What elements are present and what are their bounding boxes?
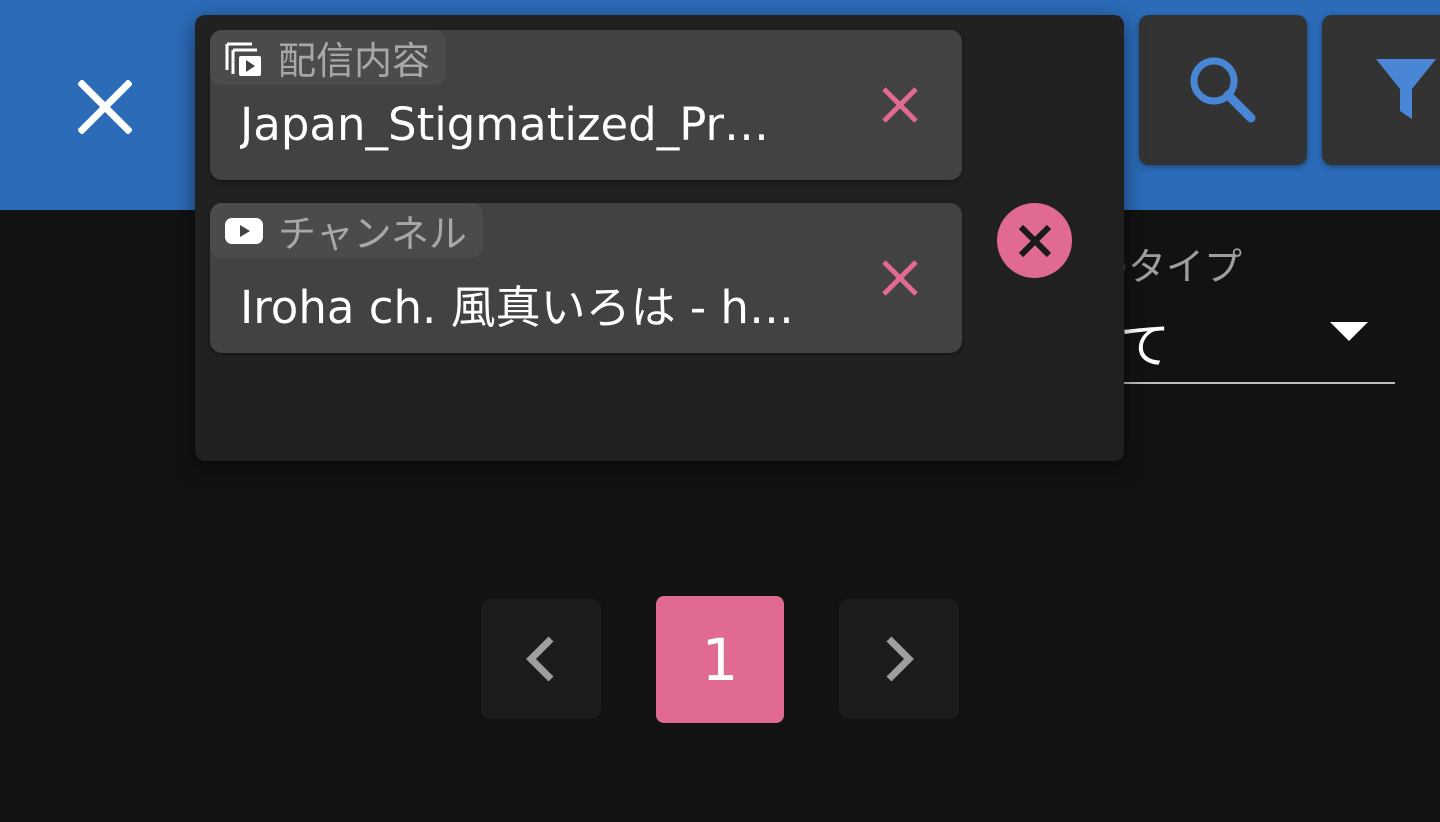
close-icon [882, 260, 918, 296]
filter-button[interactable] [1322, 15, 1440, 165]
chevron-left-icon [526, 636, 554, 682]
type-select-value[interactable]: て [1120, 306, 1170, 378]
active-filters-popup: 配信内容 Japan_Stigmatized_Pr… チャンネル Iroha c… [195, 15, 1124, 461]
chevron-right-icon [886, 636, 914, 682]
filter-chip-channel[interactable]: チャンネル Iroha ch. 風真いろは - h… [210, 203, 962, 353]
next-page-button[interactable] [839, 599, 959, 719]
filter-chip-value: Iroha ch. 風真いろは - h… [240, 281, 794, 334]
filter-chip-label: チャンネル [210, 203, 483, 258]
filter-chip-label: 配信内容 [210, 30, 447, 85]
search-button[interactable] [1139, 15, 1307, 165]
filter-chip-label-text: 配信内容 [278, 39, 431, 83]
dropdown-arrow-icon[interactable] [1330, 322, 1368, 341]
filter-icon [1376, 59, 1436, 119]
current-page-button[interactable]: 1 [656, 596, 784, 723]
cancel-icon [1018, 224, 1051, 257]
filter-chip-label-text: チャンネル [278, 212, 467, 256]
remove-filter-button[interactable] [875, 253, 925, 303]
search-icon [1190, 57, 1256, 123]
close-icon [78, 80, 132, 134]
previous-page-button[interactable] [481, 599, 601, 719]
select-underline [1124, 382, 1395, 384]
remove-filter-button[interactable] [875, 80, 925, 130]
youtube-icon [225, 217, 263, 244]
clear-all-filters-button[interactable] [997, 203, 1072, 278]
video-library-icon [225, 42, 261, 76]
filter-chip-value: Japan_Stigmatized_Pr… [240, 98, 770, 151]
filter-chip-content[interactable]: 配信内容 Japan_Stigmatized_Pr… [210, 30, 962, 180]
close-icon [882, 87, 918, 123]
close-button[interactable] [66, 68, 144, 146]
